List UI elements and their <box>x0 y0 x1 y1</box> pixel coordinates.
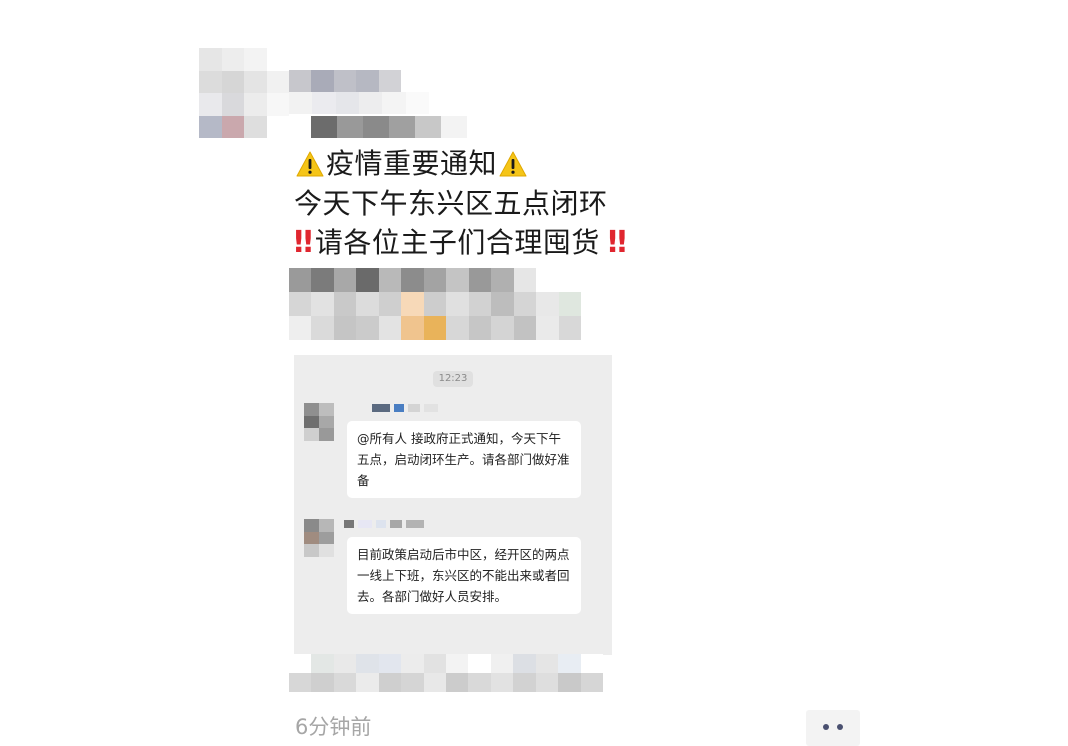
dot-icon <box>837 724 843 730</box>
pixelated-text-block <box>289 268 581 340</box>
pixelated-avatar <box>199 48 289 138</box>
warning-icon <box>296 150 324 177</box>
chat-bubble-2: 目前政策启动后市中区，经开区的两点一线上下班，东兴区的不能出来或者回去。各部门做… <box>347 537 581 614</box>
post-heading: 疫情重要通知 <box>326 147 498 180</box>
sender-name-blurred <box>372 404 438 412</box>
chat-bubble-1: @所有人 接政府正式通知，今天下午五点，启动闭环生产。请各部门做好准备 <box>347 421 581 498</box>
dot-icon <box>823 724 829 730</box>
post-time-ago: 6分钟前 <box>295 715 372 739</box>
pixelated-username-line2 <box>289 92 429 114</box>
double-exclamation-icon: ‼ <box>294 225 313 260</box>
more-actions-button[interactable] <box>806 710 860 746</box>
chat-timestamp: 12:23 <box>433 371 473 387</box>
warning-icon <box>499 150 527 177</box>
sender-avatar <box>304 403 334 441</box>
chat-screenshot: 12:23 @所有人 接政府正式通知，今天下午五点，启动闭环生产。请各部门做好准… <box>294 355 612 655</box>
pixelated-text-bottom <box>289 654 603 692</box>
post-line-3: ‼ 请各位主子们合理囤货 ‼ <box>294 225 629 261</box>
sender-name-blurred <box>344 520 424 528</box>
double-exclamation-icon: ‼ <box>607 225 627 260</box>
pixelated-text-top <box>311 116 467 138</box>
post-line-2: 今天下午东兴区五点闭环 <box>294 187 608 220</box>
sender-avatar <box>304 519 334 557</box>
post-line-1: 疫情重要通知 <box>294 146 529 182</box>
pixelated-username <box>289 70 401 92</box>
post-line-3-text: 请各位主子们合理囤货 <box>314 226 600 259</box>
